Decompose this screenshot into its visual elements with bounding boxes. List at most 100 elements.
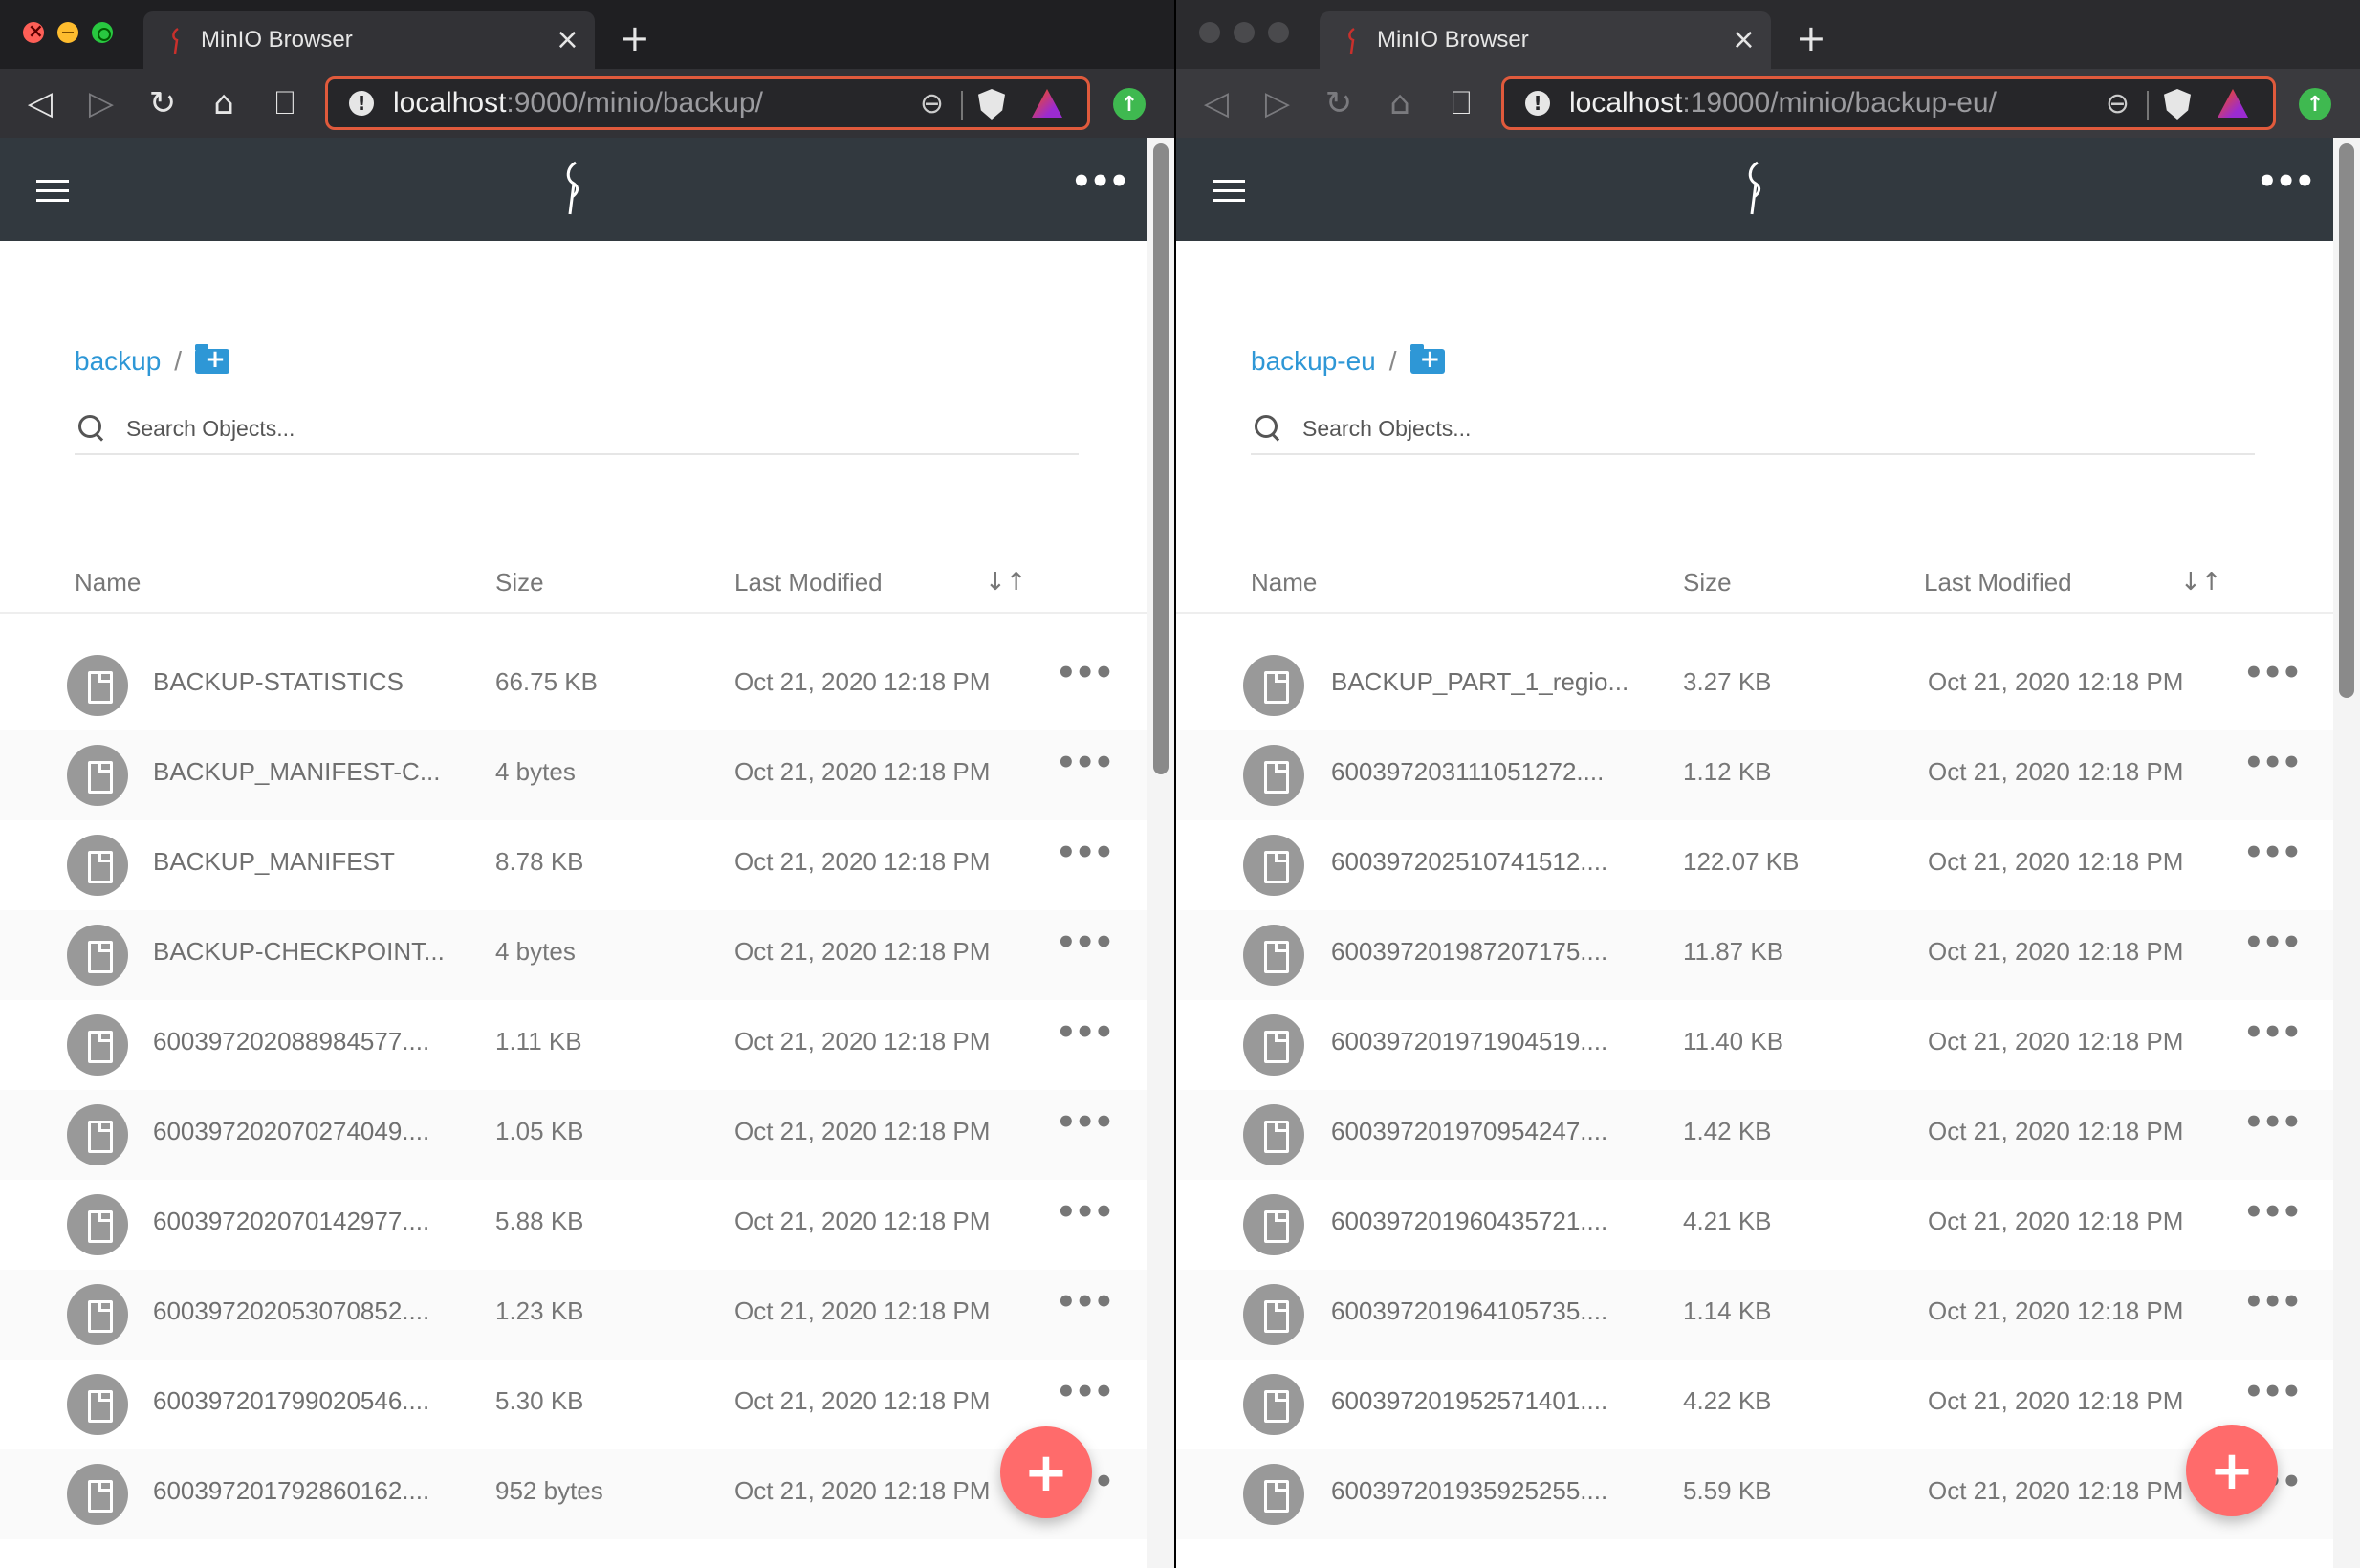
object-name[interactable]: 600397203111051272.... (1331, 757, 1604, 787)
extension-icon[interactable]: ↑ (1113, 88, 1146, 120)
browser-tab[interactable]: MinIO Browser × (143, 11, 595, 69)
object-name[interactable]: 600397201952571401.... (1331, 1386, 1607, 1416)
table-row[interactable]: 600397202510741512.... 122.07 KB Oct 21, 2… (1176, 820, 2333, 910)
home-icon[interactable]: ⌂ (205, 84, 243, 122)
home-icon[interactable]: ⌂ (1381, 84, 1419, 122)
table-row[interactable]: 600397201971904519.... 11.40 KB Oct 21, 20… (1176, 1000, 2333, 1090)
object-name[interactable]: 600397201935925255.... (1331, 1476, 1607, 1506)
column-name[interactable]: Name (75, 568, 141, 598)
site-info-icon[interactable]: ! (349, 91, 374, 116)
row-actions-icon[interactable]: ••• (2243, 1103, 2302, 1142)
table-row[interactable]: 600397202070274049.... 1.05 KB Oct 21, 202… (0, 1090, 1147, 1180)
row-actions-icon[interactable]: ••• (2243, 1283, 2302, 1321)
bookmark-icon[interactable]: ⎕ (1442, 84, 1480, 122)
row-actions-icon[interactable]: ••• (2243, 654, 2302, 692)
table-row[interactable]: 600397201987207175.... 11.87 KB Oct 21, 20… (1176, 910, 2333, 1000)
search-input[interactable] (126, 415, 987, 442)
minimize-window-button[interactable] (57, 22, 78, 43)
object-name[interactable]: BACKUP-STATISTICS (153, 667, 404, 697)
table-row[interactable]: 600397201964105735.... 1.14 KB Oct 21, 202… (1176, 1270, 2333, 1360)
more-options-icon[interactable]: ••• (2257, 163, 2315, 201)
search-input[interactable] (1302, 415, 2163, 442)
object-name[interactable]: 600397201964105735.... (1331, 1296, 1607, 1326)
extension-icon[interactable]: ↑ (2299, 88, 2331, 120)
table-row[interactable]: BACKUP-STATISTICS 66.75 KB Oct 21, 2020 12… (0, 641, 1147, 730)
address-bar[interactable]: ! localhost:9000/minio/backup/ ⊖ (325, 76, 1090, 130)
reload-icon[interactable]: ↻ (143, 84, 182, 122)
scrollbar[interactable] (1147, 138, 1174, 1568)
forward-icon[interactable]: ▷ (1258, 84, 1297, 122)
object-name[interactable]: 600397202070142977.... (153, 1207, 429, 1236)
object-name[interactable]: 600397201971904519.... (1331, 1027, 1607, 1056)
zoom-icon[interactable]: ⊖ (920, 87, 944, 120)
table-row[interactable]: 600397201799020546.... 5.30 KB Oct 21, 202… (0, 1360, 1147, 1449)
table-row[interactable]: 600397201792860162.... 952 bytes Oct 21, 2… (0, 1449, 1147, 1539)
minimize-window-button[interactable] (1234, 22, 1255, 43)
column-last-modified[interactable]: Last Modified (734, 568, 883, 598)
table-row[interactable]: 600397203111051272.... 1.12 KB Oct 21, 202… (1176, 730, 2333, 820)
row-actions-icon[interactable]: ••• (1056, 1373, 1114, 1411)
fullscreen-window-button[interactable] (1268, 22, 1289, 43)
fullscreen-window-button[interactable] (92, 22, 113, 43)
brave-rewards-icon[interactable] (1032, 89, 1062, 118)
table-row[interactable]: 600397202088984577.... 1.11 KB Oct 21, 202… (0, 1000, 1147, 1090)
scrollbar-thumb[interactable] (1153, 143, 1169, 774)
brave-rewards-icon[interactable] (2218, 89, 2248, 118)
add-object-button[interactable]: + (1000, 1426, 1092, 1518)
scrollbar-thumb[interactable] (2339, 143, 2354, 698)
new-tab-button[interactable]: + (1796, 17, 1826, 59)
object-name[interactable]: 600397202070274049.... (153, 1117, 429, 1146)
address-bar[interactable]: ! localhost:19000/minio/backup-eu/ ⊖ (1501, 76, 2276, 130)
object-name[interactable]: 600397202088984577.... (153, 1027, 429, 1056)
scrollbar[interactable] (2333, 138, 2360, 1568)
close-tab-icon[interactable]: × (1732, 23, 1756, 56)
row-actions-icon[interactable]: ••• (1056, 744, 1114, 782)
close-window-button[interactable] (23, 19, 44, 43)
row-actions-icon[interactable]: ••• (1056, 834, 1114, 872)
table-row[interactable]: BACKUP_PART_1_regio... 3.27 KB Oct 21, 202… (1176, 641, 2333, 730)
row-actions-icon[interactable]: ••• (1056, 1193, 1114, 1231)
add-folder-icon[interactable] (1409, 344, 1445, 374)
column-size[interactable]: Size (1683, 568, 1732, 598)
sort-icon[interactable]: ↓↑ (2180, 568, 2222, 597)
table-row[interactable]: 600397201960435721.... 4.21 KB Oct 21, 202… (1176, 1180, 2333, 1270)
brave-shield-icon[interactable] (2164, 89, 2191, 120)
row-actions-icon[interactable]: ••• (1056, 1283, 1114, 1321)
object-name[interactable]: 600397201799020546.... (153, 1386, 429, 1416)
object-name[interactable]: 600397201960435721.... (1331, 1207, 1607, 1236)
object-name[interactable]: 600397202510741512.... (1331, 847, 1607, 877)
bucket-link[interactable]: backup (75, 346, 161, 377)
row-actions-icon[interactable]: ••• (2243, 924, 2302, 962)
column-size[interactable]: Size (495, 568, 544, 598)
new-tab-button[interactable]: + (620, 17, 650, 59)
object-name[interactable]: 600397201987207175.... (1331, 937, 1607, 967)
bookmark-icon[interactable]: ⎕ (266, 84, 304, 122)
object-name[interactable]: BACKUP_MANIFEST (153, 847, 395, 877)
table-row[interactable]: 600397201970954247.... 1.42 KB Oct 21, 202… (1176, 1090, 2333, 1180)
close-window-button[interactable] (1199, 22, 1220, 43)
column-name[interactable]: Name (1251, 568, 1317, 598)
forward-icon[interactable]: ▷ (82, 84, 120, 122)
zoom-icon[interactable]: ⊖ (2106, 87, 2130, 120)
row-actions-icon[interactable]: ••• (2243, 1193, 2302, 1231)
row-actions-icon[interactable]: ••• (2243, 834, 2302, 872)
object-name[interactable]: BACKUP-CHECKPOINT... (153, 937, 445, 967)
column-last-modified[interactable]: Last Modified (1924, 568, 2072, 598)
browser-tab[interactable]: MinIO Browser × (1320, 11, 1771, 69)
object-name[interactable]: BACKUP_PART_1_regio... (1331, 667, 1628, 697)
table-row[interactable]: 600397202053070852.... 1.23 KB Oct 21, 202… (0, 1270, 1147, 1360)
back-icon[interactable]: ◁ (1197, 84, 1235, 122)
row-actions-icon[interactable]: ••• (1056, 924, 1114, 962)
sort-icon[interactable]: ↓↑ (985, 568, 1027, 597)
table-row[interactable]: BACKUP-CHECKPOINT... 4 bytes Oct 21, 2020 … (0, 910, 1147, 1000)
reload-icon[interactable]: ↻ (1320, 84, 1358, 122)
object-name[interactable]: BACKUP_MANIFEST-C... (153, 757, 441, 787)
table-row[interactable]: 600397201952571401.... 4.22 KB Oct 21, 202… (1176, 1360, 2333, 1449)
row-actions-icon[interactable]: ••• (1056, 654, 1114, 692)
row-actions-icon[interactable]: ••• (2243, 1013, 2302, 1052)
table-row[interactable]: BACKUP_MANIFEST 8.78 KB Oct 21, 2020 12:18… (0, 820, 1147, 910)
bucket-link[interactable]: backup-eu (1251, 346, 1376, 377)
object-name[interactable]: 600397202053070852.... (153, 1296, 429, 1326)
row-actions-icon[interactable]: ••• (1056, 1103, 1114, 1142)
back-icon[interactable]: ◁ (21, 84, 59, 122)
